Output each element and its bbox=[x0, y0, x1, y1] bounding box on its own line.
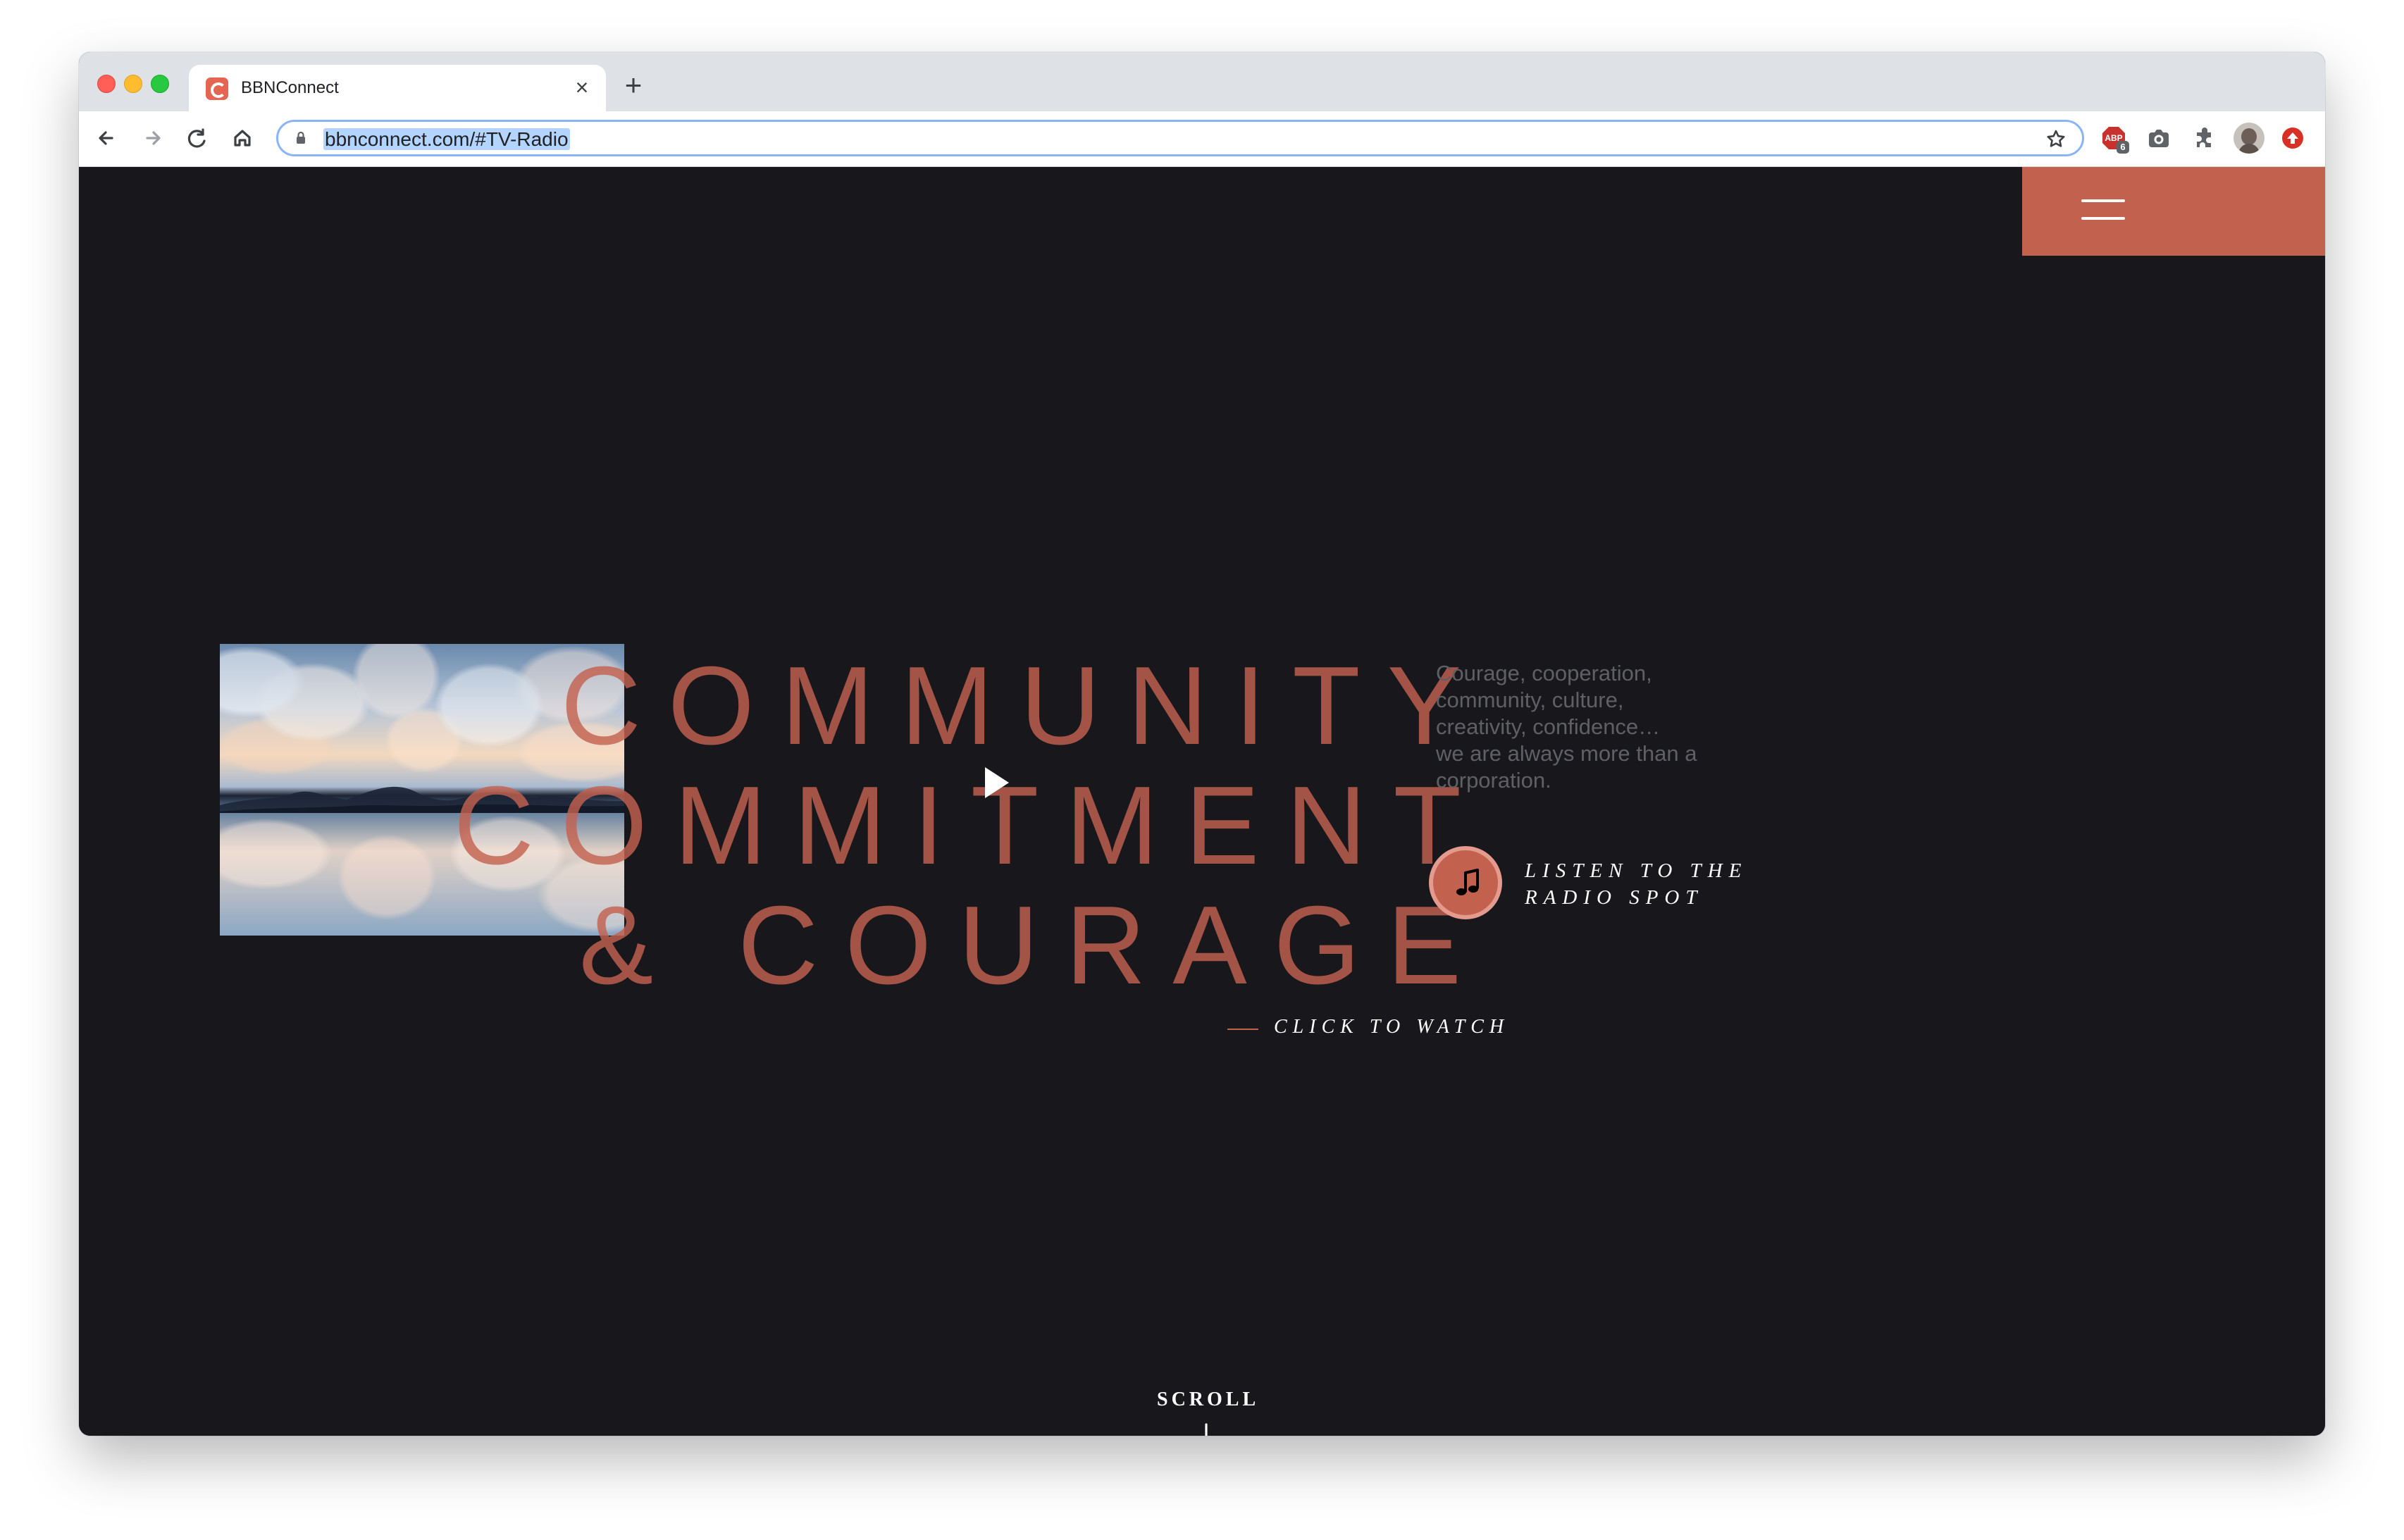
reload-button[interactable] bbox=[182, 123, 213, 154]
play-icon[interactable] bbox=[972, 760, 1017, 805]
hero-heading-line-2: COMMITMENT bbox=[453, 764, 1488, 888]
listen-radio-link[interactable]: LISTEN TO THE RADIO SPOT bbox=[1525, 857, 1778, 911]
hero-heading-line-3: & COURAGE bbox=[578, 883, 1488, 1007]
brand-description: Courage, cooperation, community, culture… bbox=[1436, 660, 1774, 794]
close-tab-button[interactable]: × bbox=[569, 75, 595, 100]
arrow-right-icon bbox=[146, 131, 161, 145]
new-tab-button[interactable]: + bbox=[616, 68, 651, 103]
puzzle-icon bbox=[2197, 128, 2211, 147]
radio-spot-play-button[interactable] bbox=[1429, 846, 1502, 919]
avatar-icon[interactable] bbox=[2233, 123, 2264, 154]
arrow-down-icon bbox=[1192, 1421, 1220, 1436]
update-icon bbox=[2282, 128, 2303, 149]
scroll-label: SCROLL bbox=[1157, 1389, 1260, 1410]
close-window-button[interactable] bbox=[97, 75, 116, 93]
address-bar[interactable]: bbnconnect.com/#TV-Radio bbox=[276, 120, 2084, 156]
home-button[interactable] bbox=[227, 123, 258, 154]
bookmark-button[interactable] bbox=[2044, 128, 2068, 151]
description-line-3: creativity, confidence… bbox=[1436, 714, 1661, 739]
extensions-button[interactable] bbox=[2188, 123, 2219, 154]
camera-extension-button[interactable] bbox=[2143, 123, 2174, 154]
hero-heading-line-1: COMMUNITY bbox=[560, 644, 1488, 768]
forward-button[interactable] bbox=[137, 123, 168, 154]
radio-label-line-1: LISTEN TO THE bbox=[1525, 859, 1748, 882]
screenshot-stage: BBNConnect × + bbnconnect.com/#TV-Radio … bbox=[0, 0, 2404, 1540]
bbn-favicon-icon bbox=[206, 77, 228, 100]
description-line-1: Courage, cooperation, bbox=[1436, 661, 1652, 685]
active-browser-tab[interactable]: BBNConnect × bbox=[189, 65, 606, 111]
description-line-5: corporation. bbox=[1436, 768, 1551, 793]
radio-label-line-2: RADIO SPOT bbox=[1525, 886, 1704, 909]
home-icon bbox=[234, 130, 251, 147]
hamburger-menu-icon bbox=[2081, 191, 2125, 222]
zoom-window-button[interactable] bbox=[151, 75, 169, 93]
click-to-watch-dash bbox=[1227, 1029, 1258, 1030]
back-button[interactable] bbox=[92, 123, 123, 154]
hero-heading: COMMUNITY COMMITMENT & COURAGE bbox=[431, 646, 1488, 1005]
tab-title: BBNConnect bbox=[241, 78, 339, 97]
description-line-2: community, culture, bbox=[1436, 688, 1624, 712]
description-line-4: we are always more than a bbox=[1436, 741, 1697, 766]
scroll-indicator[interactable]: SCROLL bbox=[1157, 1389, 1256, 1436]
minimize-window-button[interactable] bbox=[124, 75, 142, 93]
star-icon bbox=[2047, 130, 2065, 147]
camera-icon bbox=[2149, 130, 2169, 147]
site-menu-button[interactable] bbox=[2022, 167, 2325, 256]
url-display[interactable]: bbnconnect.com/#TV-Radio bbox=[323, 128, 570, 151]
website-canvas: COMMUNITY COMMITMENT & COURAGE CLICK TO … bbox=[79, 167, 2325, 1436]
arrow-left-icon bbox=[99, 131, 113, 145]
adblock-extension-button[interactable]: ABP 6 bbox=[2098, 123, 2129, 154]
lock-icon bbox=[292, 130, 309, 147]
browser-tab-strip: BBNConnect × + bbox=[79, 52, 2325, 111]
browser-window: BBNConnect × + bbnconnect.com/#TV-Radio … bbox=[79, 52, 2325, 1436]
browser-toolbar: bbnconnect.com/#TV-Radio ABP 6 bbox=[79, 111, 2325, 167]
url-text[interactable]: bbnconnect.com/#TV-Radio bbox=[323, 128, 570, 150]
music-note-icon bbox=[1453, 867, 1484, 898]
click-to-watch-link[interactable]: CLICK TO WATCH bbox=[1274, 1016, 1509, 1038]
adblock-count-badge: 6 bbox=[2117, 141, 2129, 154]
update-extension-button[interactable] bbox=[2277, 123, 2308, 154]
reload-icon bbox=[187, 128, 206, 148]
